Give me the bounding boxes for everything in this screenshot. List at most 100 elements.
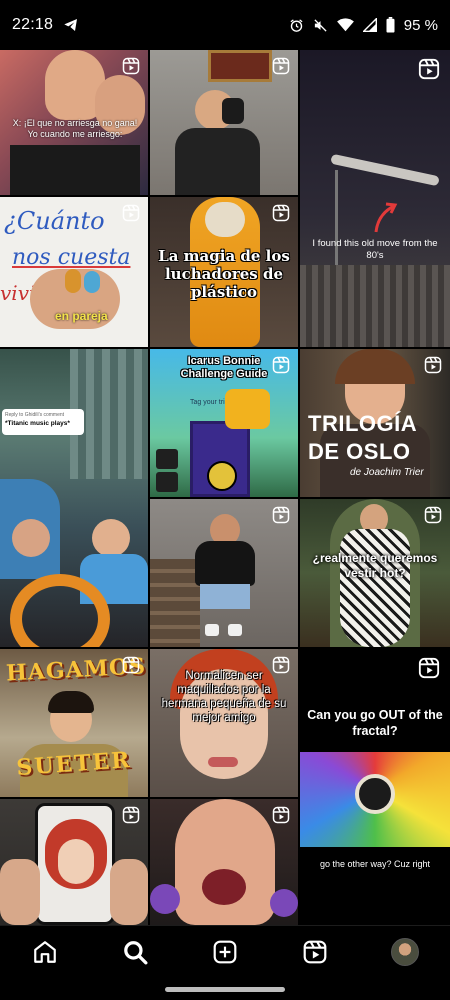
reels-icon [418, 58, 440, 80]
shirt-shape [195, 541, 255, 586]
post-tile-4[interactable]: ¿Cuánto nos cuesta vivir en pareja [0, 197, 148, 347]
tile-caption: Normalicen ser maquillados por la herman… [161, 670, 287, 724]
tile-caption: Can you go OUT of the fractal? [307, 708, 443, 738]
tile-caption: La magia de los luchadores de plástico [158, 247, 290, 301]
crowd-shape [300, 265, 450, 347]
picture-frame [208, 50, 272, 82]
wifi-icon [336, 18, 354, 32]
reels-icon [272, 656, 290, 674]
nav-search[interactable] [119, 936, 151, 968]
tile-caption: X: ¡El que no arriesga no gana! Yo cuand… [12, 118, 138, 139]
reels-icon [424, 356, 442, 374]
home-indicator [165, 987, 285, 992]
mute-icon [314, 18, 327, 32]
tile-caption: TRILOGÍA [308, 411, 418, 436]
flower-shape [270, 889, 298, 917]
reels-icon [424, 506, 442, 524]
battery-percent: 95 % [403, 16, 438, 34]
fractal-center [355, 774, 395, 814]
post-tile-3[interactable]: I found this old move from the 80's [300, 50, 450, 347]
search-icon [124, 941, 148, 965]
post-tile-5[interactable]: La magia de los luchadores de plástico [150, 197, 298, 347]
post-tile-10[interactable]: ¿realmente queremos vestir hot? [300, 499, 450, 647]
post-tile-8[interactable]: TRILOGÍA DE OSLO de Joachim Trier [300, 349, 450, 497]
post-tile-7[interactable]: Icarus Bonnie Challenge Guide Tag your t… [150, 349, 298, 497]
shoe-shape [228, 624, 242, 636]
mouth-shape [208, 757, 238, 767]
flower-shape [150, 884, 180, 914]
battery-icon [386, 17, 395, 33]
post-tile-1[interactable]: X: ¡El que no arriesga no gana! Yo cuand… [0, 50, 148, 195]
tile-caption: Icarus Bonnie Challenge Guide [180, 355, 268, 380]
shirt-shape [175, 128, 260, 195]
alarm-icon [290, 18, 303, 32]
reels-icon [272, 356, 290, 374]
person-shape [12, 519, 50, 557]
post-tile-6[interactable]: Reply to Ghidili's comment *Titanic musi… [0, 349, 148, 647]
signal-icon [362, 18, 377, 32]
shorts-shape [200, 584, 250, 609]
clay-figure [65, 269, 81, 293]
explore-grid: X: ¡El que no arriesga no gana! Yo cuand… [0, 50, 450, 925]
arrow-icon [374, 202, 398, 233]
nav-home[interactable] [29, 936, 61, 968]
person-shape [58, 839, 94, 884]
reels-icon [122, 806, 140, 824]
reels-icon [303, 940, 327, 964]
tile-caption: nos cuesta [12, 245, 131, 270]
reels-icon [272, 506, 290, 524]
reels-icon [272, 806, 290, 824]
trophy-shape [225, 389, 270, 429]
post-tile-13[interactable]: Can you go OUT of the fractal? go the ot… [300, 649, 450, 925]
character-icon [207, 461, 237, 491]
hand-shape [110, 859, 148, 925]
create-icon [213, 940, 237, 964]
tile-caption: ¿Cuánto [4, 207, 105, 235]
status-bar: 22:18 95 % [0, 0, 450, 50]
reels-icon [122, 57, 140, 75]
nav-create[interactable] [209, 936, 241, 968]
side-icon [156, 449, 178, 469]
reels-icon [272, 204, 290, 222]
tile-caption: Tag your trio [190, 399, 229, 406]
reels-icon [122, 204, 140, 222]
telegram-icon [64, 19, 78, 31]
comment-bubble: Reply to Ghidili's comment *Titanic musi… [2, 409, 84, 435]
tile-caption: I found this old move from the 80's [312, 238, 438, 261]
home-icon [34, 941, 56, 963]
post-tile-11[interactable]: HAGAMOS SUETER [0, 649, 148, 797]
mouth-shape [202, 869, 246, 905]
hair-shape [48, 691, 94, 713]
mask-shape [205, 202, 245, 237]
profile-avatar [391, 938, 419, 966]
dress-shape [340, 529, 410, 647]
nav-profile[interactable] [389, 936, 421, 968]
reels-icon [272, 57, 290, 75]
person-shape [175, 799, 275, 925]
tile-caption: go the other way? Cuz right [319, 859, 431, 869]
reels-icon [418, 657, 440, 679]
tile-caption: de Joachim Trier [350, 467, 424, 478]
staircase [150, 559, 200, 647]
post-tile-14[interactable] [0, 799, 148, 925]
tile-caption: ¿realmente queremos vestir hot? [312, 551, 438, 580]
post-tile-15[interactable] [150, 799, 298, 925]
hair-shape [335, 349, 415, 384]
post-tile-12[interactable]: Normalicen ser maquillados por la herman… [150, 649, 298, 797]
post-tile-2[interactable] [150, 50, 298, 195]
tile-caption: DE OSLO [308, 439, 411, 464]
gymnast-shape [330, 153, 440, 187]
post-tile-9[interactable] [150, 499, 298, 647]
nav-reels[interactable] [299, 936, 331, 968]
hand-shape [0, 859, 40, 925]
reels-icon [122, 656, 140, 674]
side-icon [156, 472, 178, 492]
shoe-shape [205, 624, 219, 636]
shirt-shape [10, 145, 140, 195]
status-icons: 95 % [289, 17, 438, 34]
clay-figure [84, 271, 100, 293]
tile-caption: en pareja [55, 309, 108, 323]
status-time: 22:18 [12, 16, 54, 33]
person-shape [92, 519, 130, 557]
glove-shape [222, 98, 244, 124]
